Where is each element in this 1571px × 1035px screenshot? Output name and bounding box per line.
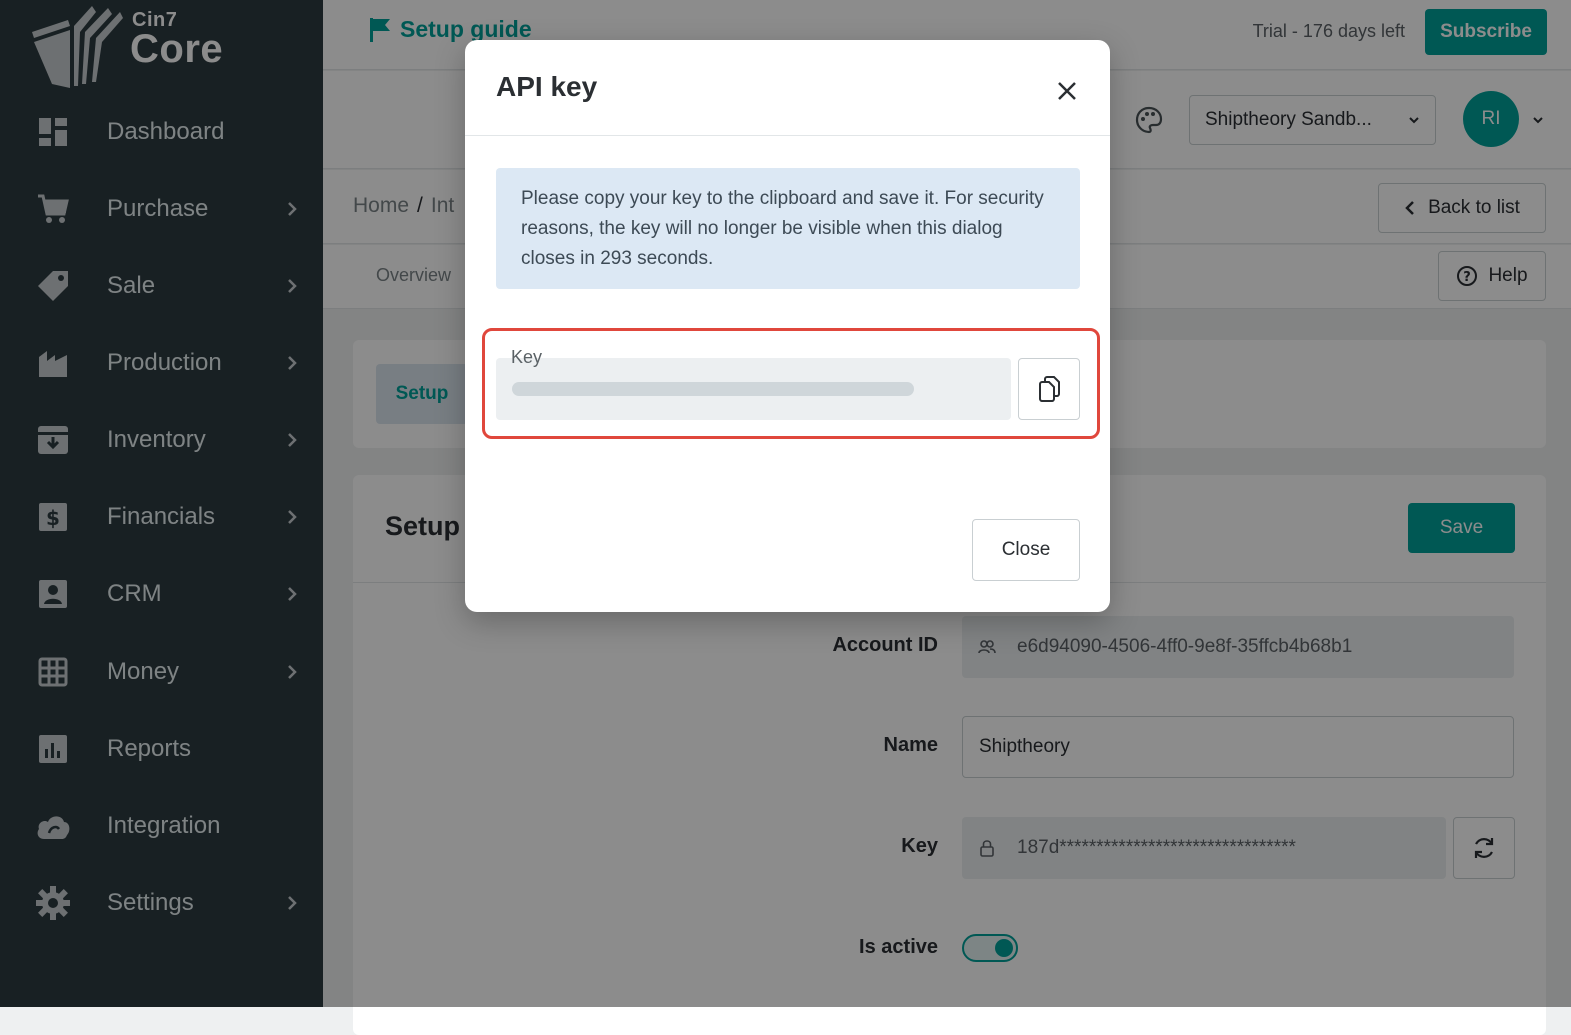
security-notice: Please copy your key to the clipboard an… (496, 168, 1080, 289)
dialog-title: API key (496, 71, 598, 102)
copy-icon (1039, 376, 1060, 402)
api-key-blurred-value (512, 382, 914, 396)
close-icon[interactable] (1053, 77, 1081, 105)
api-key-dialog: API key Please copy your key to the clip… (465, 40, 1110, 612)
dialog-header: API key (465, 40, 1110, 136)
copy-key-button[interactable] (1018, 358, 1080, 420)
close-button[interactable]: Close (972, 519, 1080, 581)
api-key-field[interactable] (496, 358, 1011, 420)
api-key-label: Key (511, 347, 543, 367)
